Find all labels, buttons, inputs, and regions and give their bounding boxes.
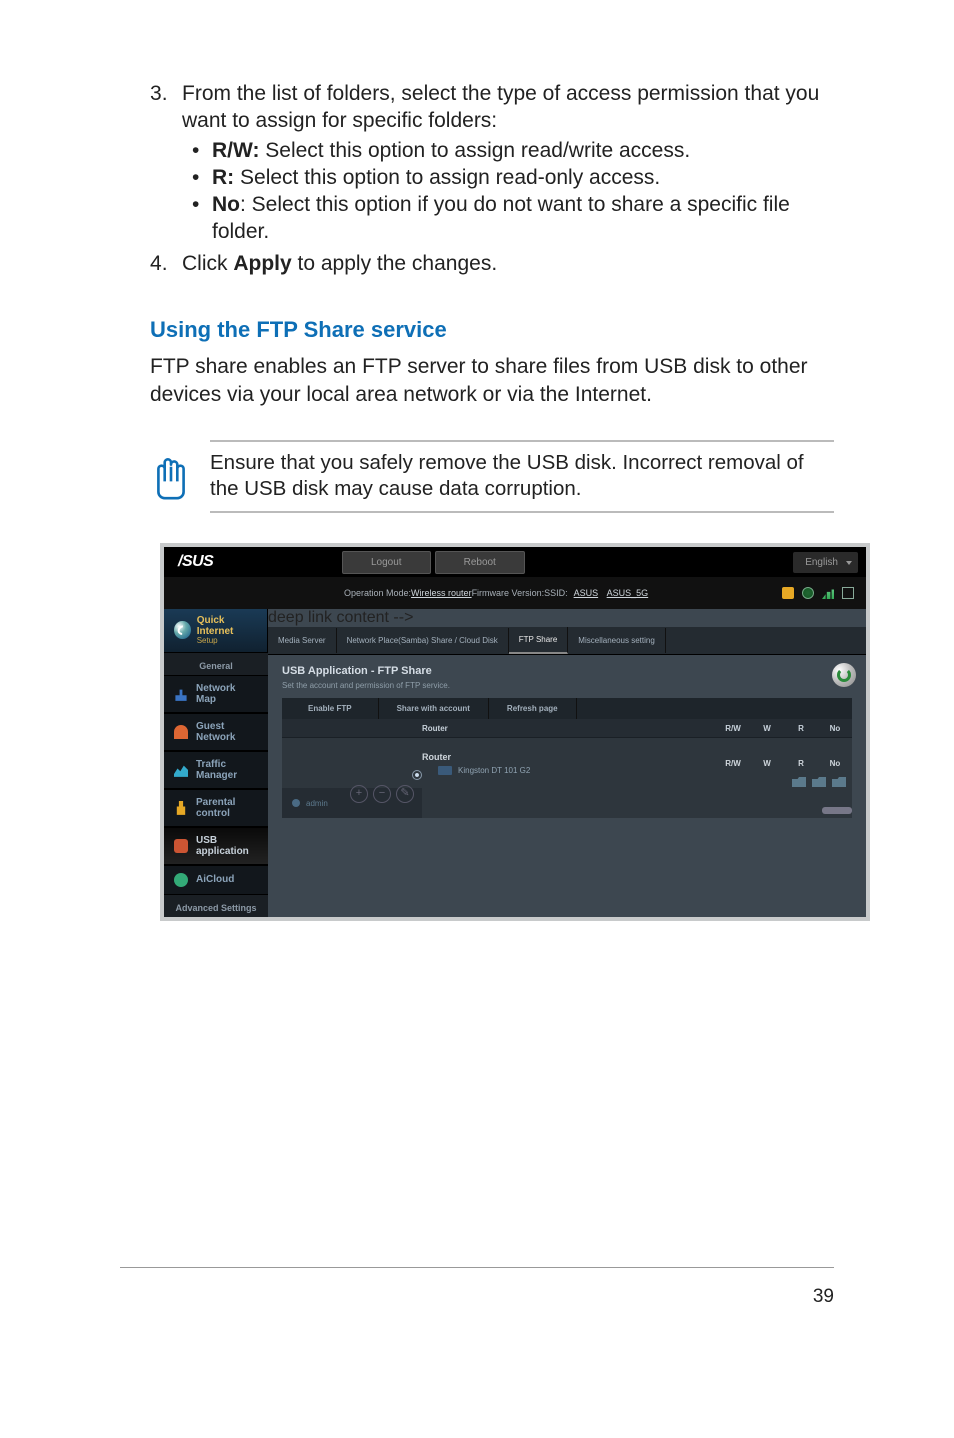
router-name: Router [422, 752, 706, 762]
guest-icon [174, 725, 188, 739]
step-list: From the list of folders, select the typ… [150, 80, 834, 277]
sidebar-heading: General [164, 653, 268, 675]
col-w: W [750, 724, 784, 733]
content-tabs: Media Server Network Place(Samba) Share … [268, 627, 866, 655]
router-infobar: Operation Mode: Wireless router Firmware… [164, 577, 866, 609]
r-text: Select this option to assign read-only a… [240, 166, 660, 189]
status-icon[interactable] [842, 587, 854, 599]
lock-icon [174, 801, 188, 815]
tab-ftp[interactable]: FTP Share [509, 627, 569, 654]
step-4: Click Apply to apply the changes. [150, 250, 834, 277]
account-actions: + − ✎ [350, 785, 414, 803]
file-row: Router Kingston DT 101 G2 R/W W R No [282, 737, 852, 788]
nav-network-map[interactable]: Network Map [164, 675, 268, 713]
permission-bullets: R/W: Select this option to assign read/w… [192, 137, 834, 246]
perm-no[interactable]: No [818, 759, 852, 768]
signal-icon[interactable] [822, 587, 834, 599]
quick-label: Quick Internet [197, 615, 234, 637]
rw-label: R/W: [212, 139, 259, 162]
folder-add-icon[interactable] [792, 777, 806, 787]
reboot-button[interactable]: Reboot [435, 551, 525, 574]
opmode-label: Operation Mode: [344, 588, 411, 598]
step3-text: From the list of folders, select the typ… [182, 82, 819, 132]
folder-actions [792, 777, 846, 787]
r-label: R: [212, 166, 234, 189]
edit-icon[interactable]: ✎ [396, 785, 414, 803]
radio-icon[interactable] [412, 770, 422, 780]
nav-aicloud[interactable]: AiCloud [164, 865, 268, 895]
apply-word: Apply [233, 252, 291, 275]
opmode-link[interactable]: Wireless router [411, 588, 472, 598]
folder-del-icon[interactable] [812, 777, 826, 787]
section-heading: Using the FTP Share service [150, 317, 834, 343]
router-screenshot: /SUS Logout Reboot English Operation Mod… [160, 543, 870, 921]
usb-icon[interactable] [782, 587, 794, 599]
scrollbar[interactable] [822, 807, 852, 814]
no-label: No [212, 193, 240, 216]
bullet-r: R: Select this option to assign read-onl… [192, 164, 834, 191]
option-tabs: Enable FTP Share with account Refresh pa… [282, 698, 852, 719]
language-select[interactable]: English [793, 552, 858, 573]
rw-text: Select this option to assign read/write … [265, 139, 690, 162]
perm-r[interactable]: R [784, 759, 818, 768]
nav-traffic[interactable]: Traffic Manager [164, 751, 268, 789]
enable-ftp-tab[interactable]: Enable FTP [282, 698, 379, 719]
add-icon[interactable]: + [350, 785, 368, 803]
nav-guest-network[interactable]: Guest Network [164, 713, 268, 751]
sidebar-adv-heading: Advanced Settings [164, 895, 268, 917]
drive-item[interactable]: Kingston DT 101 G2 [438, 766, 706, 775]
asus-logo: /SUS [164, 553, 342, 571]
network-icon [174, 687, 188, 701]
col-rw: R/W [716, 724, 750, 733]
router-sidebar: Quick Internet Setup General Network Map… [164, 609, 268, 917]
panel-title: USB Application - FTP Share [282, 665, 852, 677]
perm-rw[interactable]: R/W [716, 759, 750, 768]
router-col: Router [422, 724, 716, 733]
ftp-panel: USB Application - FTP Share Set the acco… [268, 655, 866, 838]
tab-samba[interactable]: Network Place(Samba) Share / Cloud Disk [337, 628, 509, 653]
col-r: R [784, 724, 818, 733]
bullet-rw: R/W: Select this option to assign read/w… [192, 137, 834, 164]
no-text: Select this option if you do not want to… [212, 193, 790, 243]
refresh-icon[interactable] [832, 663, 856, 687]
refresh-page-tab[interactable]: Refresh page [489, 698, 577, 719]
cloud-icon [174, 873, 188, 887]
page-number: 39 [813, 1286, 834, 1308]
tab-media[interactable]: Media Server [268, 628, 337, 653]
note-box: Ensure that you safely remove the USB di… [150, 440, 834, 513]
ssid-label: SSID: [544, 588, 568, 598]
router-topbar: /SUS Logout Reboot English [164, 547, 866, 577]
share-account-tab[interactable]: Share with account [379, 698, 489, 719]
panel-subtitle: Set the account and permission of FTP se… [282, 681, 852, 690]
step-3: From the list of folders, select the typ… [150, 80, 834, 246]
quick-setup[interactable]: Quick Internet Setup [164, 609, 268, 653]
usb-app-icon [174, 839, 188, 853]
step4-prefix: Click [182, 252, 233, 275]
quick-sub: Setup [197, 637, 259, 646]
hand-icon [150, 440, 210, 507]
router-content: Media Server Network Place(Samba) Share … [268, 627, 866, 838]
bullet-no: No: Select this option if you do not wan… [192, 191, 834, 246]
globe-icon[interactable] [802, 587, 814, 599]
body-paragraph: FTP share enables an FTP server to share… [150, 353, 834, 410]
nav-usb-app[interactable]: USB application [164, 827, 268, 865]
step4-suffix: to apply the changes. [292, 252, 497, 275]
folder-edit-icon[interactable] [832, 777, 846, 787]
logout-button[interactable]: Logout [342, 551, 431, 574]
folder-header: Router R/W W R No [282, 719, 852, 737]
fw-label: Firmware Version: [472, 588, 545, 598]
tab-misc[interactable]: Miscellaneous setting [568, 628, 665, 653]
ssid1: ASUS [574, 588, 599, 598]
traffic-icon [174, 763, 188, 777]
note-text: Ensure that you safely remove the USB di… [210, 440, 834, 513]
remove-icon[interactable]: − [373, 785, 391, 803]
nav-parental[interactable]: Parental control [164, 789, 268, 827]
perm-w[interactable]: W [750, 759, 784, 768]
col-no: No [818, 724, 852, 733]
ssid2: ASUS_5G [607, 588, 649, 598]
footer-rule [120, 1267, 834, 1269]
quick-icon [174, 621, 191, 639]
